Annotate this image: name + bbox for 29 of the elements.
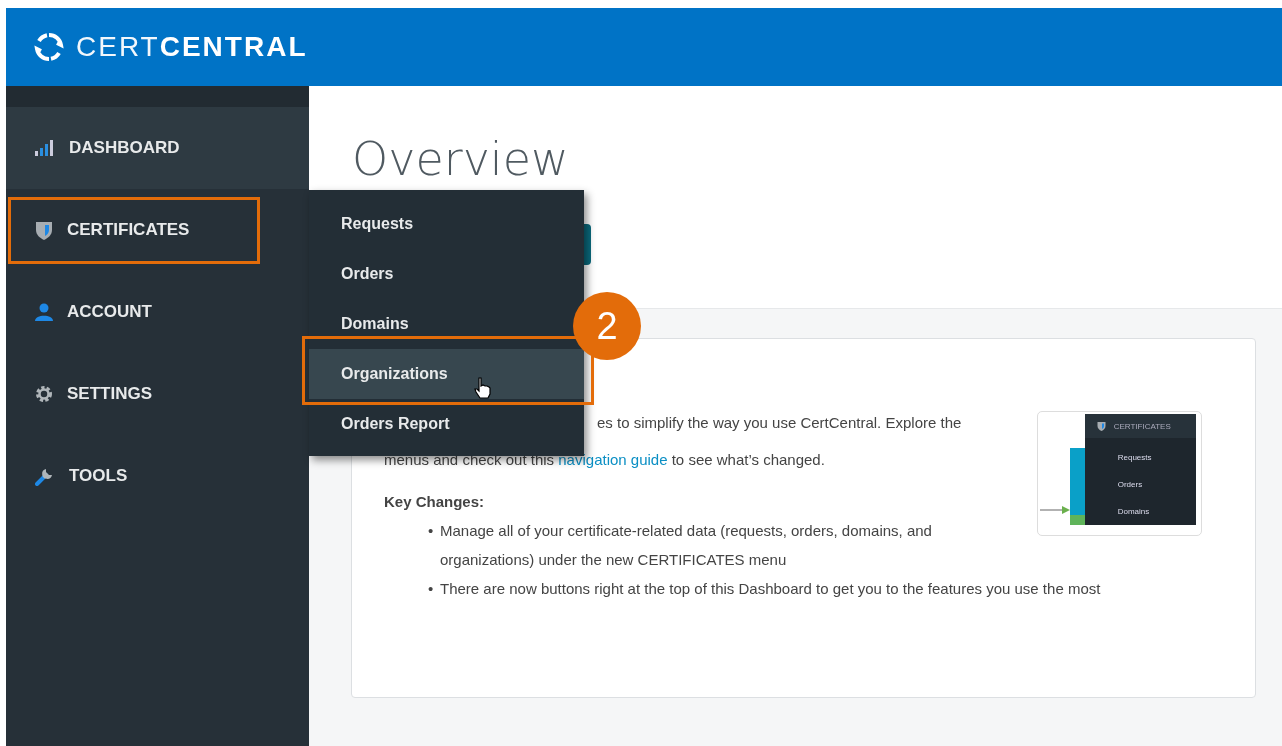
person-icon [35, 303, 53, 321]
hand-cursor-icon [474, 377, 492, 399]
menu-item[interactable]: Requests [309, 212, 420, 236]
bullet-marker: • [428, 521, 432, 541]
logo-icon [34, 32, 64, 62]
settings-icon [35, 385, 53, 403]
button[interactable] [584, 224, 591, 265]
logo-text: CERTCENTRAL [76, 31, 308, 63]
bullet-marker: • [428, 579, 432, 599]
bar-chart-icon [35, 140, 55, 156]
bullet-text: There are now buttons right at the top of this Dashboard to get you to the features you use the most [440, 579, 1101, 599]
sidebar-item[interactable]: ACCOUNT [6, 271, 309, 353]
wrench-icon [35, 466, 55, 486]
menu-title: CERTIFICATES [1113, 421, 1171, 431]
bullet-text: Manage all of your certificate-related data (requests, orders, domains, and organizations) under the new CERTIFICATES menu [440, 521, 933, 570]
page-title: Overview [352, 132, 570, 186]
key-changes-heading: Key Changes: [384, 493, 486, 510]
navigation-guide-link[interactable]: navigation guide [558, 451, 668, 468]
menu-item[interactable]: Organizations [309, 349, 584, 399]
shield-icon [35, 220, 53, 240]
sidebar-item[interactable]: DASHBOARD [6, 107, 309, 189]
shield-icon [1096, 421, 1106, 431]
menu-item[interactable]: Orders [309, 262, 400, 286]
arrow-icon [1039, 505, 1070, 515]
menu-item[interactable]: Domains [309, 312, 415, 336]
menu-item[interactable]: Orders Report [309, 412, 456, 436]
intro-text: es to simplify the way you use CertCentral. Explore the [597, 413, 962, 433]
sidebar-item[interactable]: TOOLS [6, 435, 309, 517]
sidebar-item[interactable]: SETTINGS [6, 353, 309, 435]
